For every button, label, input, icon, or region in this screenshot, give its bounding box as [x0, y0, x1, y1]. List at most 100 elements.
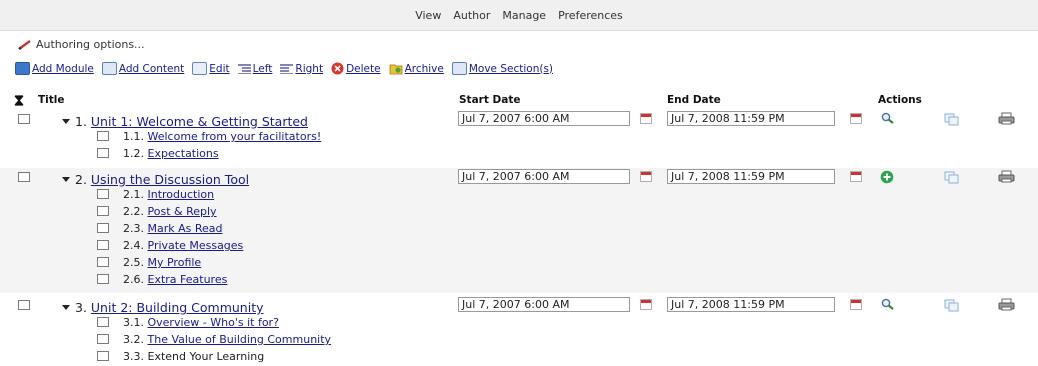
- section-title-link[interactable]: Extra Features: [148, 273, 228, 286]
- module-title-link[interactable]: Using the Discussion Tool: [91, 172, 249, 187]
- header-actions: Actions: [878, 94, 922, 106]
- module-checkbox[interactable]: [18, 300, 30, 310]
- archive-label: Archive: [404, 62, 444, 75]
- section-checkbox[interactable]: [97, 317, 109, 327]
- edit-button[interactable]: Edit: [192, 62, 230, 75]
- section-checkbox[interactable]: [97, 257, 109, 267]
- section-checkbox[interactable]: [97, 274, 109, 284]
- calendar-icon[interactable]: [640, 171, 652, 182]
- section-title-link[interactable]: Expectations: [148, 147, 219, 160]
- section-item: 3.3. Extend Your Learning: [123, 350, 264, 363]
- section-number: 2.3.: [123, 222, 148, 235]
- calendar-icon[interactable]: [640, 113, 652, 124]
- move-sections-label: Move Section(s): [468, 62, 554, 75]
- expand-caret-icon[interactable]: [62, 305, 70, 310]
- add-icon[interactable]: [880, 170, 894, 187]
- add-content-button[interactable]: Add Content: [101, 62, 185, 75]
- section-item: 1.2. Expectations: [123, 147, 219, 160]
- print-icon[interactable]: [998, 298, 1015, 314]
- section-title-link[interactable]: Overview - Who's it for?: [148, 316, 279, 329]
- section-item: 2.3. Mark As Read: [123, 222, 223, 235]
- calendar-icon[interactable]: [850, 299, 862, 310]
- section-item: 1.1. Welcome from your facilitators!: [123, 130, 321, 143]
- end-date-field[interactable]: Jul 7, 2008 11:59 PM: [667, 111, 835, 126]
- sort-icon: [14, 95, 24, 106]
- print-icon[interactable]: [998, 170, 1015, 186]
- section-checkbox[interactable]: [97, 334, 109, 344]
- start-date-field[interactable]: Jul 7, 2007 6:00 AM: [458, 111, 630, 126]
- add-module-button[interactable]: Add Module: [15, 62, 94, 75]
- search-icon[interactable]: [880, 298, 895, 313]
- section-checkbox[interactable]: [97, 223, 109, 233]
- module-row: 3. Unit 2: Building Community Jul 7, 2007…: [0, 296, 1038, 366]
- copy-icon[interactable]: [944, 299, 960, 315]
- module-title-link[interactable]: Unit 1: Welcome & Getting Started: [91, 114, 308, 129]
- section-checkbox[interactable]: [97, 206, 109, 216]
- section-number: 2.6.: [123, 273, 148, 286]
- section-title-link[interactable]: The Value of Building Community: [148, 333, 332, 346]
- section-item: 2.6. Extra Features: [123, 273, 227, 286]
- section-item: 2.1. Introduction: [123, 188, 214, 201]
- top-nav: View Author Manage Preferences: [0, 0, 1038, 31]
- module-number: 2.: [75, 172, 91, 187]
- module-title: 1. Unit 1: Welcome & Getting Started: [75, 114, 308, 129]
- pencil-icon: [18, 39, 31, 50]
- section-number: 1.2.: [123, 147, 148, 160]
- left-button[interactable]: Left: [237, 62, 273, 75]
- table-header: Title Start Date End Date Actions: [0, 94, 1038, 107]
- calendar-icon[interactable]: [850, 113, 862, 124]
- print-icon[interactable]: [998, 112, 1015, 128]
- expand-caret-icon[interactable]: [62, 177, 70, 182]
- section-number: 2.4.: [123, 239, 148, 252]
- header-end-date: End Date: [667, 94, 721, 106]
- copy-icon[interactable]: [944, 113, 960, 129]
- delete-label: Delete: [346, 62, 381, 75]
- section-title-link[interactable]: My Profile: [148, 256, 202, 269]
- section-title-link[interactable]: Welcome from your facilitators!: [148, 130, 322, 143]
- module-title-link[interactable]: Unit 2: Building Community: [91, 300, 264, 315]
- module-checkbox[interactable]: [18, 172, 30, 182]
- left-label: Left: [252, 62, 273, 75]
- add-content-label: Add Content: [118, 62, 185, 75]
- section-title-link[interactable]: Private Messages: [148, 239, 244, 252]
- end-date-field[interactable]: Jul 7, 2008 11:59 PM: [667, 169, 835, 184]
- start-date-field[interactable]: Jul 7, 2007 6:00 AM: [458, 169, 630, 184]
- section-number: 3.3.: [123, 350, 148, 363]
- outdent-icon: [237, 63, 251, 74]
- nav-view[interactable]: View: [415, 9, 441, 22]
- section-number: 2.5.: [123, 256, 148, 269]
- move-sections-button[interactable]: Move Section(s): [451, 62, 554, 75]
- copy-icon[interactable]: [944, 171, 960, 187]
- expand-caret-icon[interactable]: [62, 119, 70, 124]
- nav-author[interactable]: Author: [453, 9, 490, 22]
- nav-manage[interactable]: Manage: [502, 9, 546, 22]
- section-number: 1.1.: [123, 130, 148, 143]
- module-checkbox[interactable]: [18, 114, 30, 124]
- right-label: Right: [295, 62, 324, 75]
- section-checkbox[interactable]: [97, 351, 109, 361]
- search-icon[interactable]: [880, 112, 895, 127]
- section-checkbox[interactable]: [97, 240, 109, 250]
- calendar-icon[interactable]: [640, 299, 652, 310]
- start-date-field[interactable]: Jul 7, 2007 6:00 AM: [458, 297, 630, 312]
- section-checkbox[interactable]: [97, 131, 109, 141]
- add-module-icon: [15, 62, 30, 75]
- authoring-options-label: Authoring options...: [36, 38, 145, 51]
- nav-preferences[interactable]: Preferences: [558, 9, 623, 22]
- authoring-options[interactable]: Authoring options...: [18, 38, 145, 51]
- archive-button[interactable]: Archive: [389, 62, 444, 75]
- module-number: 3.: [75, 300, 91, 315]
- section-checkbox[interactable]: [97, 189, 109, 199]
- delete-icon: [331, 62, 344, 75]
- right-button[interactable]: Right: [280, 63, 323, 75]
- section-item: 2.2. Post & Reply: [123, 205, 217, 218]
- section-title-link[interactable]: Post & Reply: [148, 205, 217, 218]
- module-number: 1.: [75, 114, 91, 129]
- end-date-field[interactable]: Jul 7, 2008 11:59 PM: [667, 297, 835, 312]
- section-title-link[interactable]: Introduction: [148, 188, 215, 201]
- delete-button[interactable]: Delete: [331, 62, 381, 75]
- section-title-link[interactable]: Mark As Read: [148, 222, 223, 235]
- section-checkbox[interactable]: [97, 148, 109, 158]
- calendar-icon[interactable]: [850, 171, 862, 182]
- module-row: 1. Unit 1: Welcome & Getting Started Jul …: [0, 110, 1038, 166]
